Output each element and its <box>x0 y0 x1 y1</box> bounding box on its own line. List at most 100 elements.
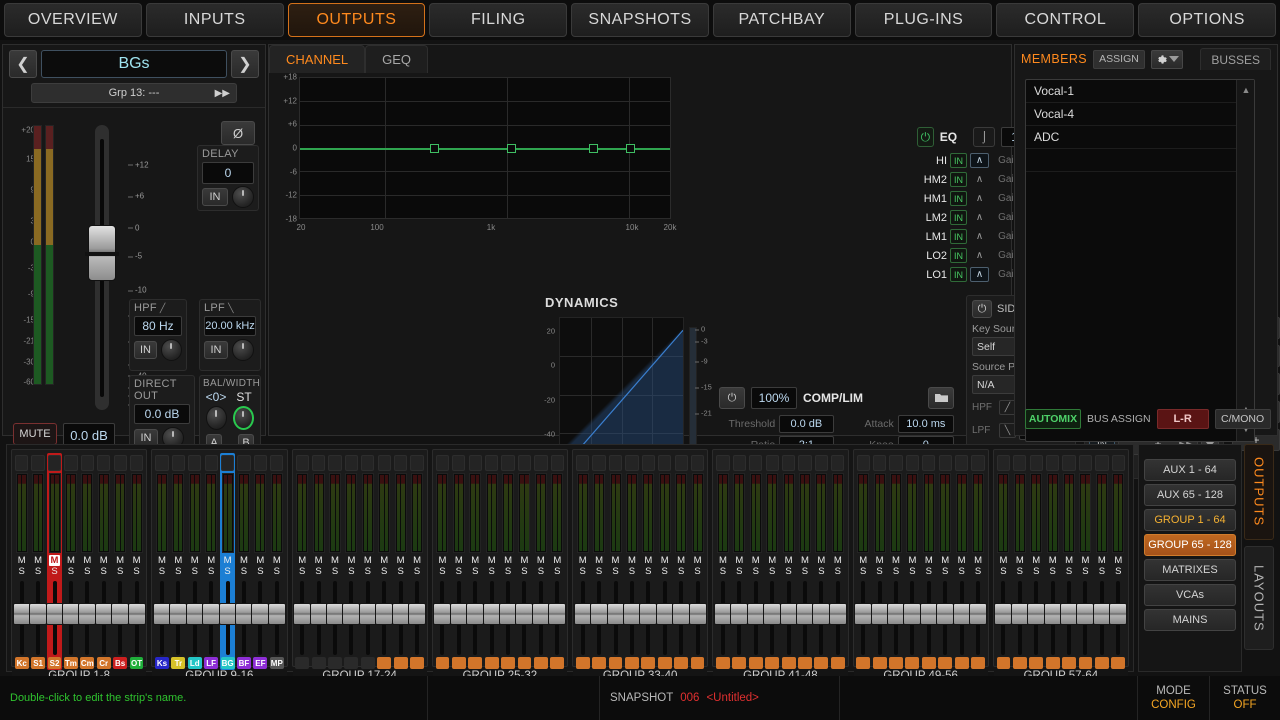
channel-fader-handle[interactable] <box>763 603 782 625</box>
channel-fader[interactable] <box>94 579 113 657</box>
channel-select-button[interactable] <box>113 455 127 471</box>
channel-select-button[interactable] <box>270 455 284 471</box>
channel-strip[interactable]: MS <box>326 453 345 670</box>
channel-fader[interactable] <box>293 579 312 657</box>
channel-fader[interactable] <box>639 579 658 657</box>
channel-select-button[interactable] <box>608 455 623 471</box>
phase-invert-button[interactable]: Ø <box>221 121 255 145</box>
prev-channel-button[interactable]: ❮ <box>9 50 37 78</box>
channel-fader[interactable] <box>688 579 707 657</box>
channel-mute-button[interactable]: M <box>1032 555 1040 566</box>
channel-fader-handle[interactable] <box>936 603 955 625</box>
channel-fader-handle[interactable] <box>433 603 452 625</box>
channel-strip[interactable]: MS <box>730 453 749 670</box>
mute-solo-labels[interactable]: MS <box>974 555 982 577</box>
assign-button[interactable]: ASSIGN <box>1093 49 1146 69</box>
channel-fader-handle[interactable] <box>854 603 873 625</box>
channel-tag[interactable] <box>575 657 590 669</box>
channel-mute-button[interactable]: M <box>438 555 446 566</box>
channel-select-button[interactable] <box>1095 455 1109 471</box>
mute-solo-labels[interactable]: MS <box>644 555 652 577</box>
mute-solo-labels[interactable]: MS <box>735 555 743 577</box>
channel-solo-button[interactable]: S <box>694 566 700 577</box>
mute-solo-labels[interactable]: MS <box>1049 555 1057 577</box>
channel-mute-button[interactable]: M <box>1114 555 1122 566</box>
mute-solo-labels[interactable]: MS <box>1065 555 1073 577</box>
channel-mute-button[interactable]: M <box>768 555 776 566</box>
channel-select-button[interactable] <box>905 455 920 471</box>
channel-fader[interactable] <box>1109 579 1128 657</box>
balance-knob[interactable] <box>206 406 227 430</box>
channel-solo-button[interactable]: S <box>505 566 511 577</box>
channel-solo-button[interactable]: S <box>133 566 139 577</box>
channel-select-button[interactable] <box>220 455 235 471</box>
mute-solo-labels[interactable]: MS <box>908 555 916 577</box>
nav-tab-snapshots[interactable]: SNAPSHOTS <box>571 3 709 37</box>
members-list[interactable]: Vocal-1Vocal-4ADC ▲ ▲ ▼ <box>1025 79 1255 442</box>
channel-fader[interactable] <box>854 579 873 657</box>
width-knob[interactable] <box>232 406 254 430</box>
channel-strip[interactable]: MS <box>746 453 765 670</box>
channel-select-button[interactable] <box>592 455 606 471</box>
channel-fader-handle[interactable] <box>1092 603 1111 625</box>
channel-strip[interactable]: MS <box>1109 453 1128 670</box>
channel-select-button[interactable] <box>311 455 326 471</box>
bus-cmono-button[interactable]: C/MONO <box>1214 409 1271 429</box>
channel-tag[interactable] <box>856 657 871 669</box>
channel-solo-button[interactable]: S <box>538 566 544 577</box>
channel-fader-handle[interactable] <box>309 603 328 625</box>
channel-tag[interactable]: S1 <box>31 657 46 669</box>
channel-fader[interactable] <box>1043 579 1062 657</box>
channel-mute-button[interactable]: M <box>628 555 636 566</box>
channel-fader-handle[interactable] <box>573 603 592 625</box>
eq-subtab-geq[interactable]: GEQ <box>365 45 429 73</box>
channel-strip[interactable]: MS <box>590 453 609 670</box>
lpf-in-button[interactable]: IN <box>204 341 228 359</box>
channel-solo-button[interactable]: S <box>521 566 527 577</box>
channel-mute-button[interactable]: M <box>207 555 215 566</box>
channel-solo-button[interactable]: S <box>835 566 841 577</box>
channel-solo-button[interactable]: S <box>909 566 915 577</box>
channel-fader-handle[interactable] <box>548 603 567 625</box>
channel-solo-button[interactable]: S <box>456 566 462 577</box>
channel-tag[interactable] <box>921 657 936 669</box>
layout-button-group-65-128[interactable]: GROUP 65 - 128 <box>1144 534 1236 556</box>
channel-fader[interactable] <box>251 579 270 657</box>
members-scrollbar[interactable]: ▲ ▲ ▼ <box>1236 80 1254 441</box>
channel-tag[interactable] <box>971 657 985 669</box>
channel-select-button[interactable] <box>996 455 1011 471</box>
channel-fader[interactable] <box>169 579 188 657</box>
mute-solo-labels[interactable]: MS <box>834 555 842 577</box>
channel-fader-handle[interactable] <box>1010 603 1029 625</box>
channel-fader-handle[interactable] <box>185 603 204 625</box>
mute-solo-labels[interactable]: MS <box>752 555 760 577</box>
channel-select-button[interactable] <box>64 455 78 471</box>
channel-solo-button[interactable]: S <box>274 566 280 577</box>
channel-solo-button[interactable]: S <box>662 566 668 577</box>
channel-solo-button[interactable]: S <box>159 566 165 577</box>
channel-select-button[interactable] <box>129 455 144 471</box>
channel-fader-handle[interactable] <box>969 603 988 625</box>
channel-fader-handle[interactable] <box>234 603 253 625</box>
channel-strip[interactable]: MS <box>903 453 922 670</box>
channel-tag[interactable] <box>690 657 705 669</box>
channel-mute-button[interactable]: M <box>298 555 306 566</box>
layout-button-aux-65-128[interactable]: AUX 65 - 128 <box>1144 484 1236 506</box>
mute-solo-labels[interactable]: MS <box>83 555 91 577</box>
channel-mute-button[interactable]: M <box>521 555 529 566</box>
channel-strip[interactable]: MS <box>812 453 831 670</box>
mute-solo-labels[interactable]: MS <box>876 555 884 577</box>
mute-solo-labels[interactable]: MS <box>455 555 463 577</box>
channel-fader[interactable] <box>969 579 988 657</box>
channel-tag[interactable]: Cr <box>96 657 111 669</box>
channel-select-button[interactable] <box>550 455 564 471</box>
channel-fader[interactable] <box>919 579 938 657</box>
channel-mute-button[interactable]: M <box>892 555 900 566</box>
channel-strip[interactable]: MS <box>293 453 312 670</box>
channel-strip[interactable]: M S Cr <box>94 453 113 670</box>
mute-solo-labels[interactable]: MS <box>1098 555 1106 577</box>
channel-fader[interactable] <box>713 579 732 657</box>
channel-fader[interactable] <box>127 579 146 657</box>
channel-solo-button[interactable]: S <box>1049 566 1055 577</box>
channel-mute-button[interactable]: M <box>941 555 949 566</box>
